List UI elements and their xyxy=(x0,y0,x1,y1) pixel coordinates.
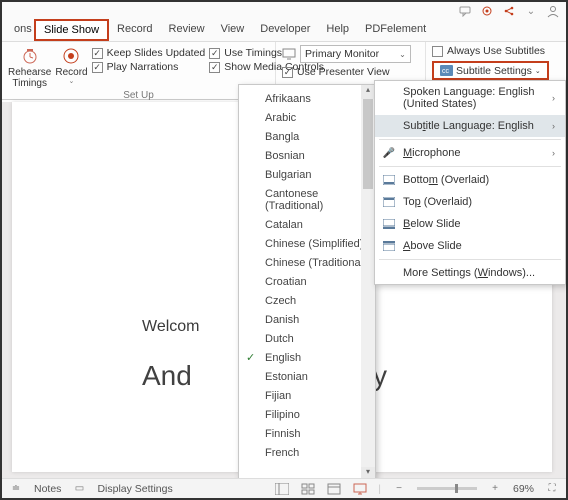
position-icon xyxy=(382,173,396,187)
language-option[interactable]: Bosnian xyxy=(239,146,375,165)
separator xyxy=(379,259,561,260)
record-button[interactable]: Record ⌄ xyxy=(55,45,87,86)
record-circle-icon xyxy=(62,47,80,65)
language-option[interactable]: Czech xyxy=(239,291,375,310)
display-settings-icon[interactable]: ▭ xyxy=(71,482,87,496)
monitor-select[interactable]: Primary Monitor⌄ xyxy=(300,45,411,63)
menu-more-settings[interactable]: More Settings (Windows)... xyxy=(375,262,565,284)
presenter-view-checkbox[interactable]: ✓Use Presenter View xyxy=(282,66,390,78)
language-option[interactable]: Afrikaans xyxy=(239,89,375,108)
tab-slide-show[interactable]: Slide Show xyxy=(34,19,109,41)
chevron-down-icon: ⌄ xyxy=(69,78,75,86)
menu-microphone[interactable]: 🎤Microphone› xyxy=(375,142,565,164)
subtitle-settings-button[interactable]: cc Subtitle Settings ⌄ xyxy=(432,61,549,80)
comment-icon[interactable] xyxy=(458,4,472,18)
microphone-icon: 🎤 xyxy=(382,146,396,160)
view-normal-icon[interactable] xyxy=(274,482,290,496)
notes-icon[interactable]: ≐ xyxy=(8,482,24,496)
language-option[interactable]: Estonian xyxy=(239,367,375,386)
fit-icon[interactable]: ⛶ xyxy=(544,482,560,496)
language-option[interactable]: Chinese (Traditional) xyxy=(239,253,375,272)
separator xyxy=(379,139,561,140)
scrollbar[interactable]: ▴ ▾ xyxy=(361,85,375,481)
tab-transitions-cut[interactable]: ons xyxy=(6,20,34,41)
menu-above-slide[interactable]: Above Slide xyxy=(375,235,565,257)
menu-bottom-overlaid[interactable]: Bottom (Overlaid) xyxy=(375,169,565,191)
zoom-thumb[interactable] xyxy=(455,484,458,493)
tab-help[interactable]: Help xyxy=(318,20,357,41)
chevron-down-icon: ⌄ xyxy=(535,67,541,75)
zoom-slider[interactable] xyxy=(417,487,477,490)
chevron-down-icon: ⌄ xyxy=(399,50,406,59)
chevron-right-icon: › xyxy=(552,148,555,158)
status-bar: ≐ Notes ▭ Display Settings | − + 69% ⛶ xyxy=(2,478,566,498)
menu-below-slide[interactable]: Below Slide xyxy=(375,213,565,235)
language-option[interactable]: Bulgarian xyxy=(239,165,375,184)
position-icon xyxy=(382,195,396,209)
chevron-right-icon: › xyxy=(552,121,555,131)
language-option[interactable]: Dutch xyxy=(239,329,375,348)
play-narrations-checkbox[interactable]: ✓Play Narrations xyxy=(92,61,206,73)
language-option[interactable]: French xyxy=(239,443,375,462)
slide-text-welcome: Welcom xyxy=(142,318,200,336)
language-option[interactable]: Fijian xyxy=(239,386,375,405)
monitor-icon xyxy=(282,48,296,60)
position-icon xyxy=(382,239,396,253)
language-option[interactable]: Danish xyxy=(239,310,375,329)
cc-icon: cc xyxy=(440,65,453,76)
svg-text:cc: cc xyxy=(442,68,450,75)
record-icon[interactable] xyxy=(480,4,494,18)
tab-developer[interactable]: Developer xyxy=(252,20,318,41)
display-settings-label[interactable]: Display Settings xyxy=(97,483,172,495)
view-sorter-icon[interactable] xyxy=(300,482,316,496)
menu-top-overlaid[interactable]: Top (Overlaid) xyxy=(375,191,565,213)
tab-record[interactable]: Record xyxy=(109,20,160,41)
chevron-down-icon[interactable]: ⌄ xyxy=(524,4,538,18)
scroll-thumb[interactable] xyxy=(363,99,373,189)
rehearse-label: Rehearse Timings xyxy=(8,67,51,89)
keep-slides-checkbox[interactable]: ✓Keep Slides Updated xyxy=(92,47,206,59)
tab-view[interactable]: View xyxy=(213,20,253,41)
language-option[interactable]: ✓English xyxy=(239,348,375,367)
tab-review[interactable]: Review xyxy=(161,20,213,41)
menu-subtitle-language[interactable]: Subtitle Language: English› xyxy=(375,115,565,137)
scroll-up-arrow[interactable]: ▴ xyxy=(361,85,375,99)
record-label: Record xyxy=(55,67,87,78)
ribbon-tabs: ons Slide Show Record Review View Develo… xyxy=(2,20,566,42)
separator xyxy=(379,166,561,167)
view-slideshow-icon[interactable] xyxy=(352,482,368,496)
quick-access-bar: ⌄ xyxy=(2,2,566,20)
language-option[interactable]: Filipino xyxy=(239,405,375,424)
language-option[interactable]: Cantonese (Traditional) xyxy=(239,184,375,215)
language-dropdown: AfrikaansArabicBanglaBosnianBulgarianCan… xyxy=(238,84,376,482)
notes-label[interactable]: Notes xyxy=(34,483,61,495)
language-option[interactable]: Arabic xyxy=(239,108,375,127)
menu-spoken-language[interactable]: Spoken Language: English (United States)… xyxy=(375,81,565,115)
rehearse-timings-button[interactable]: Rehearse Timings xyxy=(8,45,51,89)
group-label-setup: Set Up xyxy=(8,89,269,101)
check-icon: ✓ xyxy=(246,351,255,364)
chevron-right-icon: › xyxy=(552,93,555,103)
position-icon xyxy=(382,217,396,231)
language-option[interactable]: Croatian xyxy=(239,272,375,291)
share-icon[interactable] xyxy=(502,4,516,18)
zoom-value[interactable]: 69% xyxy=(513,483,534,495)
clock-icon xyxy=(21,47,39,65)
language-option[interactable]: Catalan xyxy=(239,215,375,234)
tab-pdfelement[interactable]: PDFelement xyxy=(357,20,434,41)
language-option[interactable]: Finnish xyxy=(239,424,375,443)
language-option[interactable]: Chinese (Simplified) xyxy=(239,234,375,253)
subtitle-settings-menu: Spoken Language: English (United States)… xyxy=(374,80,566,285)
user-icon[interactable] xyxy=(546,4,560,18)
always-subtitles-checkbox[interactable]: Always Use Subtitles xyxy=(432,45,545,57)
decorative-arc xyxy=(12,102,212,472)
zoom-in-icon[interactable]: + xyxy=(487,482,503,496)
language-option[interactable]: Bangla xyxy=(239,127,375,146)
view-reading-icon[interactable] xyxy=(326,482,342,496)
zoom-out-icon[interactable]: − xyxy=(391,482,407,496)
